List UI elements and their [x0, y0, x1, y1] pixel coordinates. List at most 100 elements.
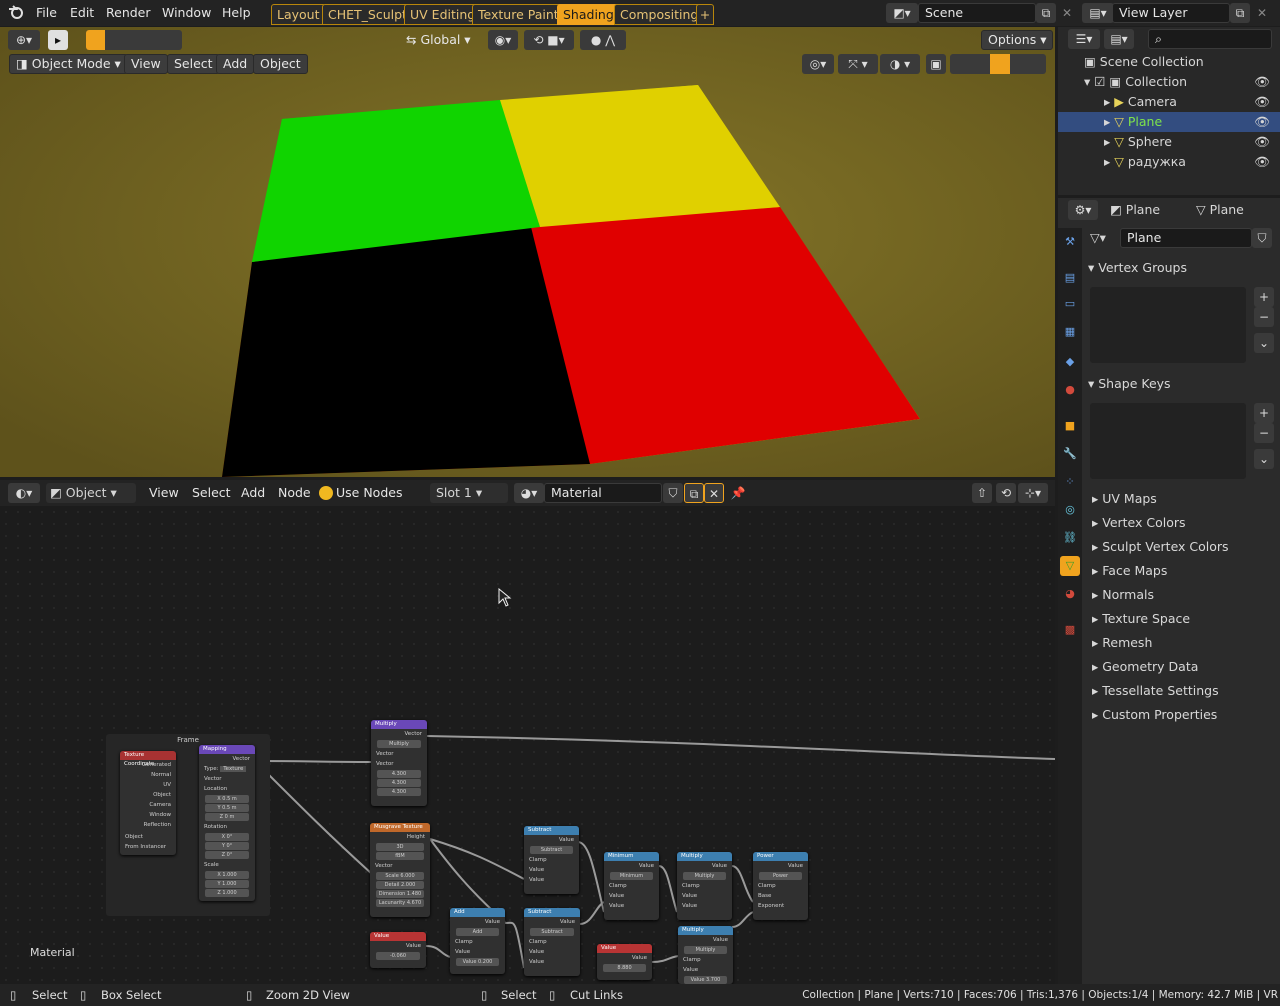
power-clamp[interactable]: Clamp	[753, 881, 808, 891]
viewport-menu-object[interactable]: Object	[253, 54, 308, 74]
panel-texture-space[interactable]: ▸ Texture Space	[1092, 608, 1280, 630]
remove-shape-key-button[interactable]: −	[1254, 423, 1274, 443]
multiply-node-2[interactable]: Multiply Value Multiply Clamp Value Valu…	[678, 926, 733, 984]
close-view-layer-icon[interactable]: ✕	[1252, 3, 1272, 23]
shape-key-specials-button[interactable]: ⌄	[1254, 449, 1274, 469]
outliner-item-sphere[interactable]: ▸ ▽ Sphere 👁	[1058, 132, 1280, 152]
multiply-node-1[interactable]: Multiply Value Multiply Clamp Value Valu…	[677, 852, 732, 920]
node-menu-select[interactable]: Select	[192, 484, 231, 502]
duplicate-material-icon[interactable]: ⧉	[684, 483, 704, 503]
mesh-browse-icon[interactable]: ▽▾	[1090, 228, 1120, 248]
vertex-group-specials-button[interactable]: ⌄	[1254, 333, 1274, 353]
panel-shape-keys[interactable]: ▾ Shape Keys	[1088, 373, 1280, 395]
outliner-item-plane[interactable]: ▸ ▽ Plane 👁	[1058, 112, 1280, 132]
mul1-clamp[interactable]: Clamp	[677, 881, 732, 891]
panel-custom-properties[interactable]: ▸ Custom Properties	[1092, 704, 1280, 726]
mesh-data-tab-icon[interactable]: ▽	[1060, 556, 1080, 576]
tool-tab-icon[interactable]: ⚒	[1060, 232, 1080, 252]
use-nodes-checkbox[interactable]	[319, 486, 333, 500]
close-scene-icon[interactable]: ✕	[1057, 3, 1077, 23]
node-canvas[interactable]: Frame Texture Coordinate Generated Norma…	[0, 506, 1055, 984]
blender-logo-icon[interactable]	[6, 3, 26, 23]
add-workspace-button[interactable]: +	[696, 4, 714, 25]
viewport-menu-view[interactable]: View	[124, 54, 168, 74]
shader-type-dropdown[interactable]: ◩ Object ▾	[46, 483, 136, 503]
tab-chet-sculpt[interactable]: CHET_Sculpt	[322, 4, 413, 25]
view-layer-tab-icon[interactable]: ▦	[1060, 322, 1080, 342]
render-tab-icon[interactable]: ▤	[1060, 268, 1080, 288]
loc-z[interactable]: Z 0 m	[205, 813, 249, 821]
vertex-groups-list[interactable]	[1090, 287, 1246, 363]
minimum-node[interactable]: Minimum Value Minimum Clamp Value Value	[604, 852, 659, 920]
value2-field[interactable]: 8.880	[603, 964, 646, 972]
tab-texture-paint[interactable]: Texture Paint	[472, 4, 565, 25]
node-editor-type-icon[interactable]: ◐▾	[8, 483, 40, 503]
from-instancer-checkbox[interactable]: From Instancer	[120, 842, 176, 852]
transform-orientation[interactable]: ⇆ Global ▾	[406, 30, 471, 50]
mapping-node[interactable]: Mapping Vector Type: Texture Vector Loca…	[199, 745, 255, 901]
view-layer-icon[interactable]: ▤▾	[1082, 3, 1114, 23]
panel-tessellate-settings[interactable]: ▸ Tessellate Settings	[1092, 680, 1280, 702]
mul2-value-field[interactable]: Value 3.700	[684, 976, 727, 984]
slot-dropdown[interactable]: Slot 1 ▾	[430, 483, 508, 503]
pin-icon[interactable]: 📌	[728, 483, 748, 503]
panel-sculpt-vertex-colors[interactable]: ▸ Sculpt Vertex Colors	[1092, 536, 1280, 558]
viewport-menu-select[interactable]: Select	[167, 54, 220, 74]
remove-vertex-group-button[interactable]: −	[1254, 307, 1274, 327]
panel-geometry-data[interactable]: ▸ Geometry Data	[1092, 656, 1280, 678]
tab-compositing[interactable]: Compositing	[614, 4, 705, 25]
add-clamp[interactable]: Clamp	[450, 937, 505, 947]
constraints-tab-icon[interactable]: ⛓	[1060, 528, 1080, 548]
add-node[interactable]: Add Value Add Clamp Value Value 0.200	[450, 908, 505, 974]
add-shape-key-button[interactable]: +	[1254, 403, 1274, 423]
loc-x[interactable]: X 0.5 m	[205, 795, 249, 803]
mul2-clamp[interactable]: Clamp	[678, 955, 733, 965]
panel-vertex-groups[interactable]: ▾ Vertex Groups	[1088, 257, 1280, 279]
physics-tab-icon[interactable]: ◎	[1060, 500, 1080, 520]
musgrave-texture-node[interactable]: Musgrave Texture Height 3D fBM Vector Sc…	[370, 823, 430, 917]
mesh-name-field[interactable]: Plane	[1120, 228, 1252, 248]
material-browse-icon[interactable]: ◕▾	[514, 483, 544, 503]
mul2-op-dropdown[interactable]: Multiply	[684, 946, 727, 954]
musgrave-dimension[interactable]: Dimension 1.480	[376, 890, 424, 898]
subtract-node-1[interactable]: Subtract Value Subtract Clamp Value Valu…	[524, 826, 579, 894]
vmul-z[interactable]: 4.300	[377, 788, 421, 796]
visibility-icon[interactable]: ◎▾	[802, 54, 834, 74]
panel-remesh[interactable]: ▸ Remesh	[1092, 632, 1280, 654]
scale-y[interactable]: Y 1.000	[205, 880, 249, 888]
menu-edit[interactable]: Edit	[70, 4, 94, 22]
tab-layout[interactable]: Layout	[271, 4, 326, 25]
texture-coordinate-node[interactable]: Texture Coordinate Generated Normal UV O…	[120, 751, 176, 855]
rot-x[interactable]: X 0°	[205, 833, 249, 841]
particles-tab-icon[interactable]: ⁘	[1060, 472, 1080, 492]
menu-render[interactable]: Render	[106, 4, 151, 22]
mul1-op-dropdown[interactable]: Multiply	[683, 872, 726, 880]
node-snap-target-icon[interactable]: ⊹▾	[1018, 483, 1048, 503]
display-mode-icon[interactable]: ▤▾	[1104, 29, 1134, 49]
value1-field[interactable]: -0.060	[376, 952, 420, 960]
menu-window[interactable]: Window	[162, 4, 211, 22]
proportional-edit-icon[interactable]: ● ⋀	[580, 30, 626, 50]
unlink-material-icon[interactable]: ✕	[704, 483, 724, 503]
modifier-tab-icon[interactable]: 🔧	[1060, 444, 1080, 464]
viewport-menu-add[interactable]: Add	[216, 54, 255, 74]
vmul-x[interactable]: 4.300	[377, 770, 421, 778]
value-node-1[interactable]: Value Value -0.060	[370, 932, 426, 968]
tab-shading[interactable]: Shading	[557, 4, 620, 25]
outliner-editor-type-icon[interactable]: ☰▾	[1068, 29, 1100, 49]
rot-y[interactable]: Y 0°	[205, 842, 249, 850]
copy-view-layer-icon[interactable]: ⧉	[1230, 3, 1250, 23]
scene-field[interactable]: Scene	[918, 3, 1036, 23]
options-button[interactable]: Options ▾	[981, 30, 1054, 50]
selection-mode-group[interactable]	[86, 30, 182, 50]
material-tab-icon[interactable]: ◕	[1060, 584, 1080, 604]
musgrave-scale[interactable]: Scale 6.000	[376, 872, 424, 880]
add-vertex-group-button[interactable]: +	[1254, 287, 1274, 307]
value-node-2[interactable]: Value Value 8.880	[597, 944, 652, 980]
plane-eye-icon[interactable]: 👁	[1254, 112, 1270, 132]
output-tab-icon[interactable]: ▭	[1060, 294, 1080, 314]
xray-icon[interactable]: ▣	[926, 54, 946, 74]
shape-keys-list[interactable]	[1090, 403, 1246, 479]
outliner-item-raduzhka[interactable]: ▸ ▽ радужка 👁	[1058, 152, 1280, 172]
musgrave-dim-dropdown[interactable]: 3D	[376, 843, 424, 851]
